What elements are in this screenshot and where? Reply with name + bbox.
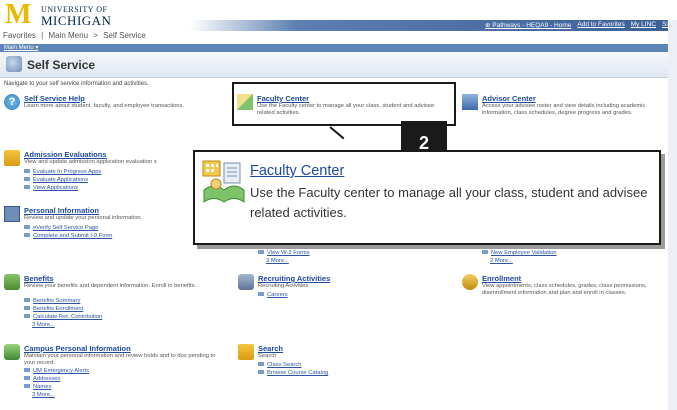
- admission-evaluations-desc: View and update admission application ev…: [24, 159, 157, 165]
- advisor-center-link[interactable]: Advisor Center: [482, 94, 536, 103]
- link-square-icon: [258, 362, 264, 367]
- benefits-sublink-3[interactable]: Calculate Ret. Contribution: [24, 314, 102, 320]
- breadcrumb: Favorites | Main Menu > Self Service: [3, 31, 149, 40]
- campus-personal-information-item: Campus Personal Information Maintain you…: [4, 344, 229, 410]
- self-service-icon: [6, 56, 22, 72]
- link-square-icon: [24, 169, 30, 174]
- link-square-icon: [24, 298, 30, 303]
- view-w2-link[interactable]: View W-2 Forms: [258, 250, 310, 256]
- recruiting-activities-desc: Recruiting Activities: [258, 283, 309, 289]
- breadcrumb-arrow: >: [93, 31, 98, 40]
- campus-personal-icon: [4, 344, 20, 360]
- self-service-help-link[interactable]: Self Service Help: [24, 94, 85, 103]
- campus-sublink-3[interactable]: Names: [24, 384, 51, 390]
- benefits-icon: [4, 274, 20, 290]
- personal-information-link[interactable]: Personal Information: [24, 206, 99, 215]
- main-menu-link[interactable]: Main Menu ▾: [4, 44, 38, 51]
- page-header: [0, 52, 677, 78]
- link-square-icon: [24, 314, 30, 319]
- callout-title: Faculty Center: [250, 163, 345, 179]
- employee-links-item: New Employee Validation 2 More...: [462, 250, 582, 268]
- breadcrumb-self-service[interactable]: Self Service: [103, 31, 146, 40]
- top-link-my-linc[interactable]: My LINC: [631, 21, 656, 30]
- enrollment-desc: View appointments, class schedules, grad…: [482, 283, 647, 296]
- search-desc: Search: [258, 353, 277, 359]
- search-item: Search Search Class Search Browse Course…: [238, 344, 438, 380]
- benefits-sublink-2[interactable]: Benefits Enrollment: [24, 306, 83, 312]
- benefits-link[interactable]: Benefits: [24, 274, 54, 283]
- top-link-home[interactable]: ⊕ Pathways - HEQA9 - Home: [485, 21, 571, 30]
- link-square-icon: [24, 368, 30, 373]
- page-title: Self Service: [27, 58, 96, 72]
- callout-description: Use the Faculty center to manage all you…: [250, 185, 648, 220]
- menu-bar: [0, 44, 677, 52]
- breadcrumb-separator: |: [41, 31, 44, 40]
- link-square-icon: [24, 225, 30, 230]
- faculty-center-icon-large: [202, 160, 245, 203]
- search-link[interactable]: Search: [258, 344, 283, 353]
- link-square-icon: [24, 233, 30, 238]
- benefits-more-link[interactable]: 3 More...: [32, 322, 55, 328]
- payroll-more-link[interactable]: 3 More...: [266, 258, 289, 264]
- faculty-center-highlight: [232, 82, 456, 126]
- personal-sublink-2[interactable]: Complete and Submit I-9 Form: [24, 233, 112, 239]
- campus-sublink-1[interactable]: UM Emergency Alerts: [24, 368, 89, 374]
- link-square-icon: [24, 306, 30, 311]
- benefits-item: Benefits Review your benefits and depend…: [4, 274, 229, 336]
- advisor-center-desc: Access your advisee roster and view deta…: [482, 103, 646, 116]
- advisor-center-item: Advisor Center Access your advisee roste…: [462, 94, 667, 134]
- link-square-icon: [24, 185, 30, 190]
- folder-icon: [238, 344, 254, 360]
- link-square-icon: [24, 177, 30, 182]
- university-logo: M UNIVERSITY OF MICHIGAN: [5, 0, 112, 30]
- new-employee-validation-link[interactable]: New Employee Validation: [482, 250, 557, 256]
- recruiting-activities-item: Recruiting Activities Recruiting Activit…: [238, 274, 438, 304]
- enrollment-link[interactable]: Enrollment: [482, 274, 521, 283]
- employee-more-link[interactable]: 2 More...: [490, 258, 513, 264]
- personal-sublink-1[interactable]: eVerify Self Service Page: [24, 225, 98, 231]
- link-square-icon: [482, 250, 488, 255]
- admission-evaluations-link[interactable]: Admission Evaluations: [24, 150, 107, 159]
- folder-icon: [4, 150, 20, 166]
- self-service-help-item: ? Self Service Help Learn more about stu…: [4, 94, 229, 118]
- enrollment-icon: [462, 274, 478, 290]
- campus-more-link[interactable]: 3 More...: [32, 392, 55, 398]
- id-card-icon: [4, 206, 20, 222]
- browse-course-catalog-link[interactable]: Browse Course Catalog: [258, 370, 328, 376]
- advisor-center-icon: [462, 94, 478, 110]
- careers-link[interactable]: Careers: [258, 292, 288, 298]
- admission-sublink-2[interactable]: Evaluate Applications: [24, 177, 88, 183]
- payroll-links-item: View W-2 Forms 3 More...: [238, 250, 338, 268]
- vertical-scrollbar[interactable]: [668, 20, 677, 410]
- breadcrumb-favorites[interactable]: Favorites: [3, 31, 36, 40]
- navigation-description: Navigate to your self service informatio…: [4, 81, 149, 87]
- link-square-icon: [258, 292, 264, 297]
- personal-information-item: Personal Information Review and update y…: [4, 206, 194, 246]
- recruiting-activities-link[interactable]: Recruiting Activities: [258, 274, 330, 283]
- class-search-link[interactable]: Class Search: [258, 362, 301, 368]
- link-square-icon: [258, 250, 264, 255]
- benefits-desc: Review your benefits and dependent infor…: [24, 283, 197, 289]
- self-service-help-desc: Learn more about student, faculty, and e…: [24, 103, 185, 109]
- link-square-icon: [24, 376, 30, 381]
- breadcrumb-main-menu[interactable]: Main Menu: [48, 31, 88, 40]
- enrollment-item: Enrollment View appointments, class sche…: [462, 274, 667, 314]
- top-links: ⊕ Pathways - HEQA9 - Home Add to Favorit…: [485, 21, 675, 30]
- campus-sublink-2[interactable]: Addresses: [24, 376, 60, 382]
- campus-personal-information-link[interactable]: Campus Personal Information: [24, 344, 131, 353]
- campus-personal-information-desc: Maintain your personal information and r…: [24, 353, 216, 366]
- benefits-sublink-1[interactable]: Benefits Summary: [24, 298, 80, 304]
- personal-information-desc: Review and update your personal informat…: [24, 215, 143, 221]
- admission-sublink-3[interactable]: View Applications: [24, 185, 78, 191]
- recruiting-icon: [238, 274, 254, 290]
- admission-sublink-1[interactable]: Evaluate In Progress Apps: [24, 169, 101, 175]
- callout-connector: [329, 126, 345, 140]
- top-link-add-to-favorites[interactable]: Add to Favorites: [577, 21, 624, 30]
- link-square-icon: [258, 370, 264, 375]
- admission-evaluations-item: Admission Evaluations View and update ad…: [4, 150, 194, 200]
- help-icon: ?: [4, 94, 20, 110]
- link-square-icon: [24, 384, 30, 389]
